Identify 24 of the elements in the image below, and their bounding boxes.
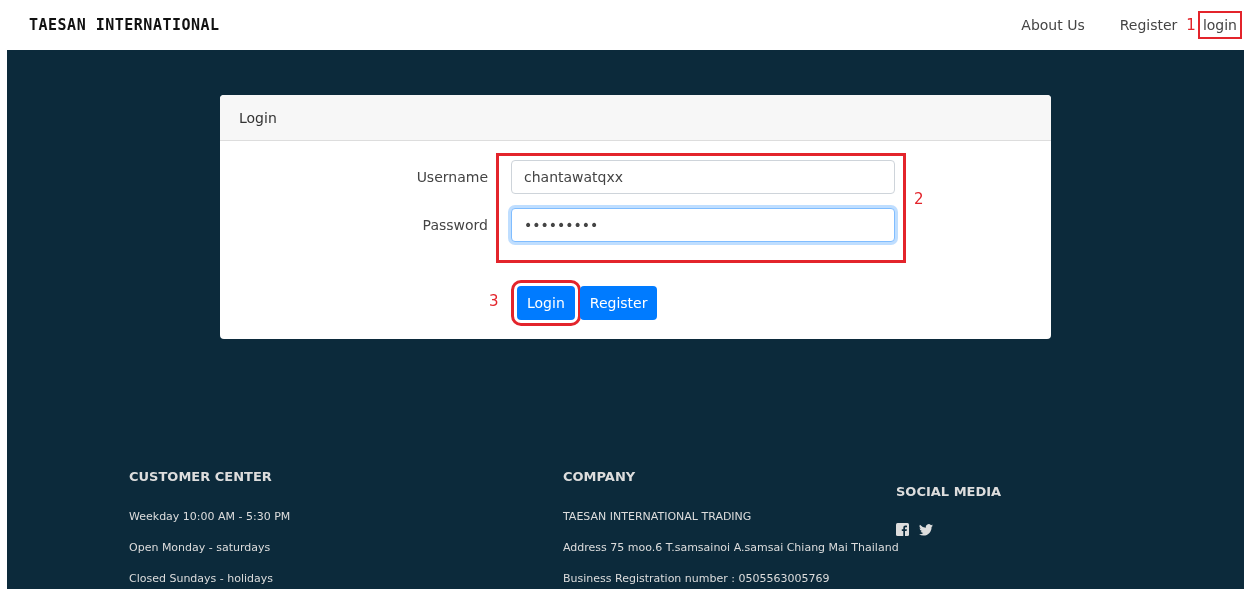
- nav-link[interactable]: About Us: [1018, 13, 1088, 37]
- card-title: Login: [220, 95, 1051, 141]
- annotation-number: 3: [489, 292, 499, 310]
- input-field[interactable]: chantawatqxx: [511, 160, 895, 194]
- annotation-number: 2: [914, 190, 924, 208]
- facebook-icon[interactable]: [896, 523, 909, 536]
- footer-text: TAESAN INTERNATIONAL TRADING: [563, 509, 753, 525]
- footer-text: Weekday 10:00 AM - 5:30 PM: [129, 509, 292, 525]
- footer-text: Closed Sundays - holidays: [129, 571, 275, 587]
- footer-heading: SOCIAL MEDIA: [896, 484, 1002, 499]
- footer-heading: CUSTOMER CENTER: [129, 469, 273, 484]
- register-button[interactable]: Register: [579, 286, 658, 320]
- footer-heading: COMPANY: [563, 469, 637, 484]
- footer-text: Open Monday - saturdays: [129, 540, 272, 556]
- brand-logo[interactable]: TAESAN INTERNATIONAL: [29, 16, 220, 34]
- footer-text: Business Registration number : 0505563005769: [563, 571, 831, 587]
- field-label: Password: [422, 217, 488, 233]
- footer-text: Address 75 moo.6 T.samsainoi A.samsai Chiang Mai Thailand: [563, 540, 896, 556]
- annotation-number: 1: [1186, 16, 1196, 34]
- nav-link[interactable]: Register: [1116, 13, 1181, 37]
- field-label: Username: [416, 169, 488, 185]
- input-field[interactable]: •••••••••: [511, 208, 895, 242]
- bird-icon[interactable]: [919, 523, 933, 536]
- nav-link[interactable]: login: [1199, 13, 1240, 37]
